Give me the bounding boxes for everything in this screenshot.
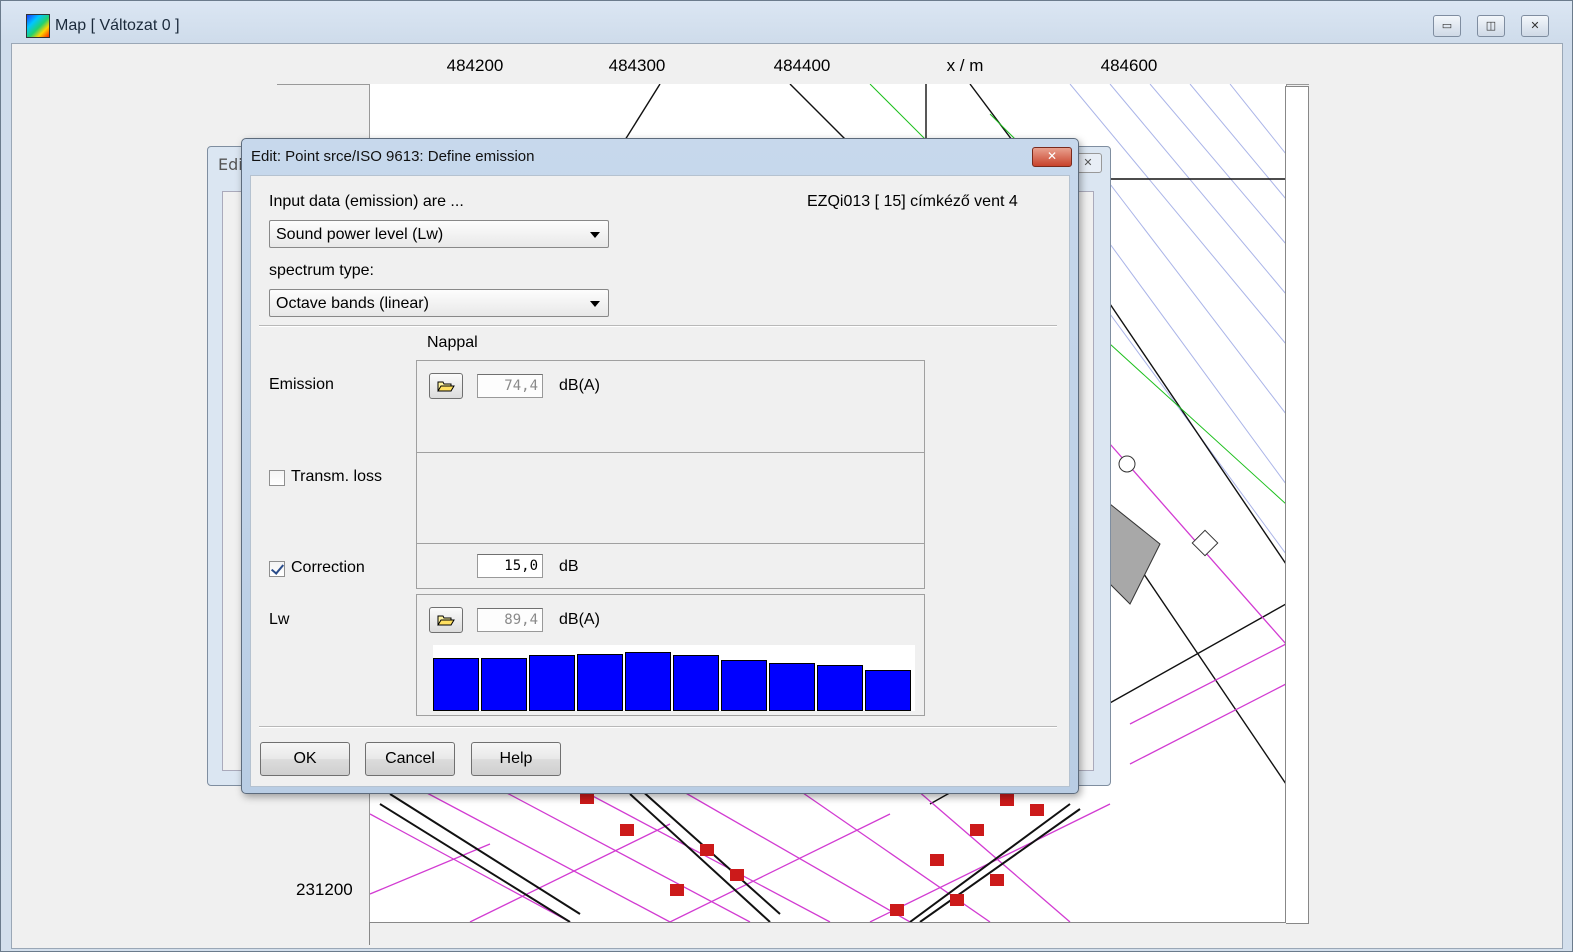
map-bottom-bar bbox=[369, 922, 1286, 945]
emission-label: Emission bbox=[269, 376, 334, 393]
window-title: Map [ Változat 0 ] bbox=[55, 17, 180, 34]
y-tick: 231200 bbox=[296, 880, 353, 899]
x-ruler: 484200 484300 484400 x / m 484600 bbox=[277, 44, 1309, 85]
lw-label: Lw bbox=[269, 611, 290, 628]
input-data-select[interactable]: Sound power level (Lw) bbox=[269, 220, 609, 248]
emission-value-field[interactable]: 74,4 bbox=[477, 374, 543, 398]
emission-open-button[interactable] bbox=[429, 373, 463, 399]
x-tick: 484600 bbox=[1100, 56, 1158, 75]
window-titlebar[interactable]: Map [ Változat 0 ] ▭ ◫ ✕ bbox=[1, 1, 1572, 43]
chevron-down-icon bbox=[590, 301, 600, 307]
folder-icon bbox=[437, 615, 455, 626]
x-tick: 484200 bbox=[446, 56, 504, 75]
app-icon bbox=[26, 14, 50, 38]
background-dialog-title: Edi bbox=[218, 155, 243, 174]
spectrum-bar bbox=[433, 658, 479, 711]
divider bbox=[417, 452, 924, 453]
ok-button[interactable]: OK bbox=[260, 742, 350, 776]
close-window-button[interactable]: ✕ bbox=[1521, 15, 1549, 37]
lw-spectrum-chart bbox=[433, 645, 915, 711]
help-button[interactable]: Help bbox=[471, 742, 561, 776]
dialog-body: Input data (emission) are ... EZQi013 [ … bbox=[250, 175, 1070, 787]
spectrum-bar bbox=[577, 654, 623, 711]
spectrum-bar bbox=[865, 670, 911, 711]
source-id-label: EZQi013 [ 15] címkéző vent 4 bbox=[807, 193, 1018, 210]
transm-loss-checkbox[interactable] bbox=[269, 470, 285, 486]
lw-panel: 89,4 dB(A) bbox=[416, 594, 925, 716]
x-axis-label: x / m bbox=[946, 56, 984, 75]
transm-loss-label: Transm. loss bbox=[291, 468, 382, 485]
folder-icon bbox=[437, 381, 455, 392]
divider bbox=[417, 543, 924, 544]
correction-value-field[interactable]: 15,0 bbox=[477, 554, 543, 578]
emission-unit: dB(A) bbox=[559, 377, 600, 394]
lw-open-button[interactable] bbox=[429, 607, 463, 633]
correction-unit: dB bbox=[559, 558, 579, 575]
define-emission-dialog: Edit: Point srce/ISO 9613: Define emissi… bbox=[241, 138, 1079, 794]
separator bbox=[259, 726, 1057, 728]
dialog-title: Edit: Point srce/ISO 9613: Define emissi… bbox=[251, 148, 535, 165]
minimize-button[interactable]: ▭ bbox=[1433, 15, 1461, 37]
input-data-select-value: Sound power level (Lw) bbox=[276, 226, 444, 243]
correction-checkbox[interactable] bbox=[269, 561, 285, 577]
dialog-close-button[interactable]: ✕ bbox=[1032, 147, 1072, 167]
chevron-down-icon bbox=[590, 232, 600, 238]
spectrum-bar bbox=[481, 658, 527, 711]
maximize-button[interactable]: ◫ bbox=[1477, 15, 1505, 37]
x-tick: 484300 bbox=[608, 56, 666, 75]
emission-panel: 74,4 dB(A) 15,0 dB bbox=[416, 360, 925, 589]
x-tick: 484400 bbox=[773, 56, 831, 75]
spectrum-type-label: spectrum type: bbox=[269, 262, 374, 279]
spectrum-bar bbox=[769, 663, 815, 711]
correction-label: Correction bbox=[291, 559, 365, 576]
map-right-frame bbox=[1285, 86, 1309, 924]
spectrum-type-select-value: Octave bands (linear) bbox=[276, 295, 429, 312]
lw-value-field[interactable]: 89,4 bbox=[477, 608, 543, 632]
spectrum-bar bbox=[817, 665, 863, 711]
spectrum-bar bbox=[625, 652, 671, 711]
separator bbox=[259, 325, 1057, 327]
cancel-button[interactable]: Cancel bbox=[365, 742, 455, 776]
spectrum-bar bbox=[529, 655, 575, 711]
lw-unit: dB(A) bbox=[559, 611, 600, 628]
spectrum-bar bbox=[721, 660, 767, 711]
spectrum-type-select[interactable]: Octave bands (linear) bbox=[269, 289, 609, 317]
column-header-nappal: Nappal bbox=[427, 334, 478, 351]
spectrum-bar bbox=[673, 655, 719, 711]
input-data-label: Input data (emission) are ... bbox=[269, 193, 464, 210]
